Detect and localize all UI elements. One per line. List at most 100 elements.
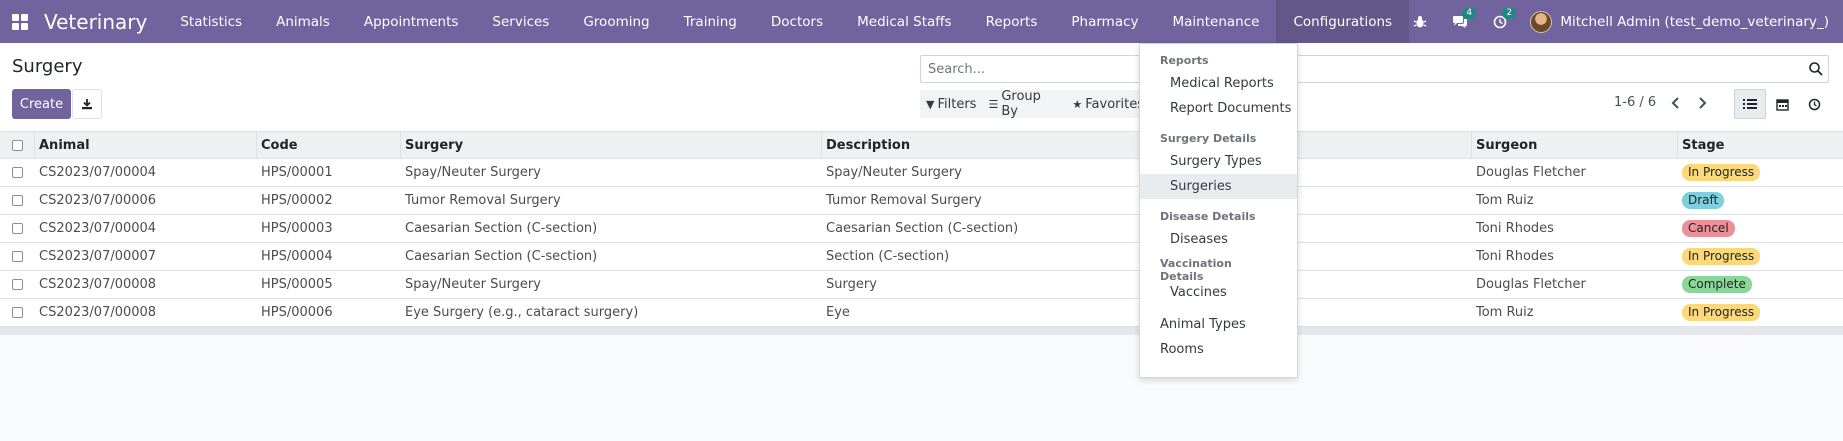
row-checkbox[interactable]: [0, 299, 35, 326]
column-header-animal[interactable]: Animal: [35, 132, 257, 158]
bars-icon: ☰: [988, 97, 999, 111]
favorites-label: Favorites: [1085, 96, 1144, 112]
create-button[interactable]: Create: [12, 89, 71, 119]
dropdown-item-rooms[interactable]: Rooms: [1140, 337, 1297, 362]
status-badge: In Progress: [1682, 304, 1761, 321]
dropdown-item-surgery-types[interactable]: Surgery Types: [1140, 149, 1297, 174]
user-menu[interactable]: Mitchell Admin (test_demo_veterinary_): [1520, 10, 1843, 33]
dropdown-item-vaccines[interactable]: Vaccines: [1140, 280, 1297, 305]
dropdown-item-animal-types[interactable]: Animal Types: [1140, 312, 1297, 337]
app-brand[interactable]: Veterinary: [40, 10, 163, 34]
export-download-button[interactable]: [72, 89, 102, 119]
row-checkbox[interactable]: [0, 187, 35, 214]
cell-stage: Cancel: [1678, 215, 1843, 242]
dropdown-section-surgery-details: Surgery Details: [1160, 132, 1257, 145]
column-header-surgery[interactable]: Surgery: [401, 132, 822, 158]
row-checkbox[interactable]: [0, 215, 35, 242]
table-row[interactable]: CS2023/07/00004 HPS/00001 Spay/Neuter Su…: [0, 159, 1843, 187]
cell-stage: Complete: [1678, 271, 1843, 298]
select-all-checkbox[interactable]: [0, 132, 35, 158]
menu-item-grooming[interactable]: Grooming: [566, 0, 666, 43]
pager-previous-icon[interactable]: [1666, 93, 1686, 113]
cell-surgeon: Tom Ruiz: [1476, 193, 1534, 208]
pager-next-icon[interactable]: [1692, 93, 1712, 113]
menu-item-reports[interactable]: Reports: [969, 0, 1055, 43]
control-panel: Surgery Create ▼ Filters ☰ Group By ★ Fa…: [0, 43, 1843, 131]
dropdown-item-medical-reports[interactable]: Medical Reports: [1140, 71, 1297, 96]
search-icon[interactable]: [1808, 61, 1824, 77]
cell-code: HPS/00006: [261, 305, 333, 320]
status-badge: In Progress: [1682, 248, 1761, 265]
table-row[interactable]: CS2023/07/00008 HPS/00006 Eye Surgery (e…: [0, 299, 1843, 327]
table-row[interactable]: CS2023/07/00006 HPS/00002 Tumor Removal …: [0, 187, 1843, 215]
cell-surgeon: Douglas Fletcher: [1476, 277, 1586, 292]
menu-item-medical-staffs[interactable]: Medical Staffs: [840, 0, 968, 43]
cell-surgery: Caesarian Section (C-section): [405, 221, 598, 236]
calendar-view-icon: [1775, 98, 1789, 111]
main-menu: Statistics Animals Appointments Services…: [163, 0, 1410, 43]
search-input[interactable]: [921, 56, 1781, 82]
menu-item-pharmacy[interactable]: Pharmacy: [1054, 0, 1155, 43]
groupby-button[interactable]: ☰ Group By: [982, 89, 1066, 119]
filters-button[interactable]: ▼ Filters: [920, 97, 982, 112]
activities-clock-icon[interactable]: 2: [1480, 0, 1520, 43]
cell-animal: CS2023/07/00004: [39, 165, 157, 180]
dropdown-section-reports: Reports: [1160, 54, 1209, 67]
messages-count-badge: 4: [1462, 8, 1477, 19]
status-badge: Cancel: [1682, 220, 1735, 237]
cell-code: HPS/00002: [261, 193, 333, 208]
dropdown-item-diseases[interactable]: Diseases: [1140, 227, 1297, 252]
pager-value[interactable]: 1-6 / 6: [1614, 95, 1656, 110]
cell-stage: In Progress: [1678, 243, 1843, 270]
cell-code: HPS/00001: [261, 165, 333, 180]
activities-count-badge: 2: [1502, 8, 1517, 19]
cell-surgeon: Tom Ruiz: [1476, 305, 1534, 320]
column-header-surgeon[interactable]: Surgeon: [1472, 132, 1678, 158]
cell-stage: Draft: [1678, 187, 1843, 214]
cell-code: HPS/00004: [261, 249, 333, 264]
row-checkbox[interactable]: [0, 271, 35, 298]
debug-bug-icon[interactable]: [1400, 0, 1440, 43]
cell-surgeon: Toni Rhodes: [1476, 249, 1554, 264]
menu-item-services[interactable]: Services: [475, 0, 566, 43]
cell-surgery: Spay/Neuter Surgery: [405, 277, 541, 292]
cell-surgeon: Toni Rhodes: [1476, 221, 1554, 236]
table-row[interactable]: CS2023/07/00007 HPS/00004 Caesarian Sect…: [0, 243, 1843, 271]
column-header-code[interactable]: Code: [257, 132, 401, 158]
menu-item-maintenance[interactable]: Maintenance: [1156, 0, 1277, 43]
dropdown-item-surgeries[interactable]: Surgeries: [1140, 174, 1297, 199]
calendar-view-button[interactable]: [1766, 89, 1798, 119]
cell-stage: In Progress: [1678, 299, 1843, 326]
menu-item-training[interactable]: Training: [667, 0, 754, 43]
dropdown-item-report-documents[interactable]: Report Documents: [1140, 96, 1297, 121]
search-options: ▼ Filters ☰ Group By ★ Favorites: [920, 89, 1150, 119]
status-badge: In Progress: [1682, 164, 1761, 181]
view-switcher: [1734, 89, 1830, 119]
menu-item-doctors[interactable]: Doctors: [754, 0, 840, 43]
list-view-button[interactable]: [1734, 89, 1766, 119]
status-badge: Complete: [1682, 276, 1752, 293]
groupby-label: Group By: [1001, 89, 1041, 119]
cell-animal: CS2023/07/00004: [39, 221, 157, 236]
row-checkbox[interactable]: [0, 159, 35, 186]
apps-menu-icon[interactable]: [0, 0, 40, 43]
cell-animal: CS2023/07/00007: [39, 249, 157, 264]
favorites-button[interactable]: ★ Favorites: [1066, 97, 1150, 112]
column-header-stage[interactable]: Stage: [1678, 132, 1843, 158]
table-row[interactable]: CS2023/07/00008 HPS/00005 Spay/Neuter Su…: [0, 271, 1843, 299]
filter-icon: ▼: [926, 97, 935, 111]
cell-code: HPS/00003: [261, 221, 333, 236]
activity-view-button[interactable]: [1798, 89, 1830, 119]
messages-icon[interactable]: 4: [1440, 0, 1480, 43]
row-checkbox[interactable]: [0, 243, 35, 270]
star-icon: ★: [1072, 97, 1083, 111]
table-row[interactable]: CS2023/07/00004 HPS/00003 Caesarian Sect…: [0, 215, 1843, 243]
menu-item-configurations[interactable]: Configurations: [1276, 0, 1410, 43]
menu-item-statistics[interactable]: Statistics: [163, 0, 259, 43]
menu-item-appointments[interactable]: Appointments: [347, 0, 476, 43]
menu-item-animals[interactable]: Animals: [259, 0, 347, 43]
systray: 4 2 Mitchell Admin (test_demo_veterinary…: [1400, 0, 1843, 43]
cell-surgery: Spay/Neuter Surgery: [405, 165, 541, 180]
cell-surgery: Caesarian Section (C-section): [405, 249, 598, 264]
cell-animal: CS2023/07/00008: [39, 277, 157, 292]
